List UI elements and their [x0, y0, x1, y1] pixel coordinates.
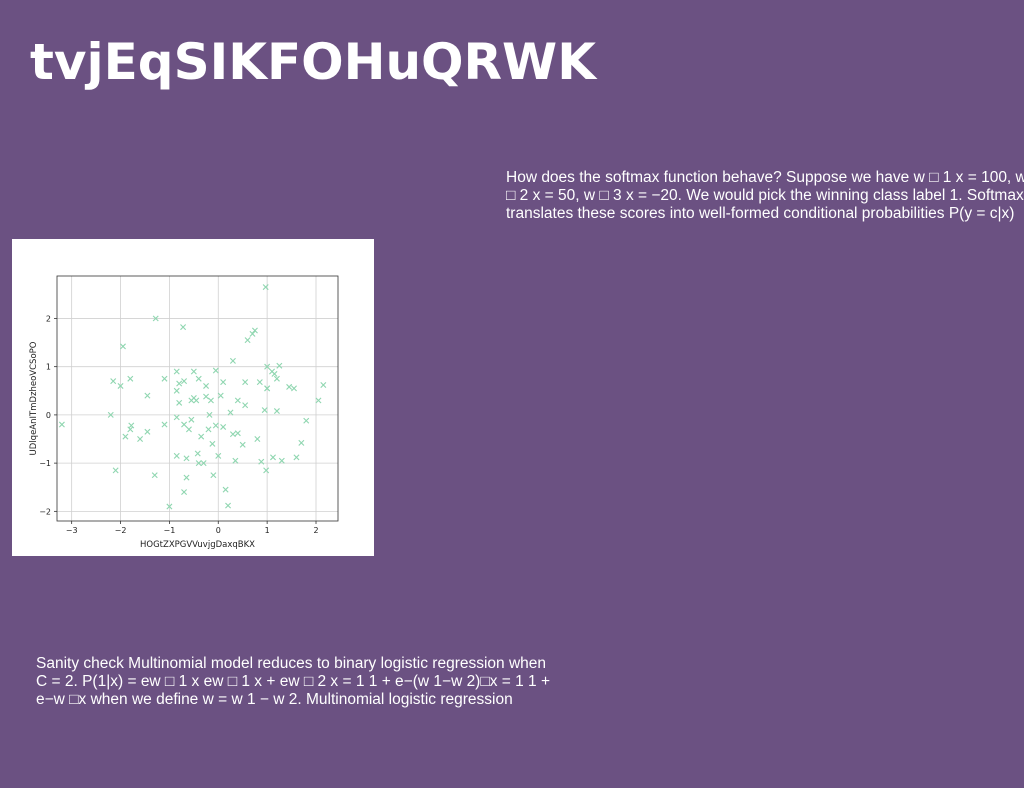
scatter-point — [173, 452, 180, 459]
scatter-point — [320, 382, 327, 388]
scatter-point — [185, 426, 192, 433]
scatter-point — [212, 367, 219, 374]
scatter-point — [303, 417, 310, 424]
paragraph-bottom-line: C = 2. P(1|x) = ew □ 1 x ew □ 1 x + ew □… — [36, 673, 551, 690]
x-tick-label: 0 — [216, 526, 221, 535]
scatter-point — [273, 375, 280, 382]
scatter-point — [151, 472, 158, 479]
scatter-point — [203, 393, 210, 400]
scatter-point — [234, 397, 241, 404]
y-tick-label: 0 — [46, 411, 51, 420]
scatter-point — [195, 375, 202, 382]
x-axis-title: HOGtZXPGVVuvjgDaxqBKX — [140, 540, 255, 550]
scatter-point — [119, 343, 126, 350]
scatter-point — [181, 378, 188, 385]
scatter-point — [173, 368, 180, 375]
scatter-point — [203, 382, 210, 389]
paragraph-top-line: translates these scores into well-formed… — [506, 205, 1015, 222]
scatter-point — [173, 387, 180, 394]
scatter-point — [212, 422, 219, 429]
y-tick-label: −2 — [39, 507, 51, 516]
paragraph-top: How does the softmax function behave? Su… — [506, 169, 1024, 223]
scatter-point — [210, 472, 217, 479]
x-tick-label: 1 — [265, 526, 270, 535]
scatter-point — [205, 426, 212, 433]
scatter-point — [110, 378, 117, 385]
scatter-point — [144, 428, 151, 435]
scatter-point — [270, 454, 276, 461]
scatter-point — [198, 433, 205, 440]
scatter-point — [161, 375, 168, 382]
scatter-point — [242, 379, 249, 386]
scatter-point — [220, 379, 227, 386]
scatter-point — [181, 489, 188, 496]
scatter-point — [193, 397, 200, 404]
scatter-point — [183, 474, 190, 481]
scatter-point — [278, 457, 285, 464]
scatter-point — [276, 362, 283, 369]
slide-title: tvjEqSIKFOHuQRWK — [30, 33, 596, 91]
scatter-point — [298, 439, 305, 446]
y-tick-label: 1 — [46, 363, 51, 372]
tick-layer: −3 −2 −1 0 1 2 −2 −1 0 1 2 — [39, 314, 318, 535]
scatter-point — [315, 397, 322, 404]
scatter-point — [263, 467, 270, 474]
paragraph-bottom: Sanity check Multinomial model reduces t… — [36, 655, 596, 709]
scatter-point — [271, 370, 278, 377]
scatter-point — [173, 414, 180, 421]
scatter-point — [176, 399, 183, 406]
scatter-point — [58, 421, 65, 428]
scatter-point — [222, 486, 229, 493]
scatter-point — [261, 407, 268, 414]
scatter-point — [249, 330, 256, 337]
scatter-point — [273, 408, 280, 415]
y-tick-label: 2 — [46, 314, 51, 323]
scatter-point — [176, 380, 183, 387]
scatter-point — [144, 392, 151, 399]
scatter-point — [291, 385, 298, 392]
scatter-point — [286, 383, 293, 390]
scatter-point — [194, 450, 201, 457]
x-tick-label: −1 — [164, 526, 176, 535]
scatter-point — [254, 436, 261, 443]
scatter-point — [251, 327, 258, 334]
scatter-chart-panel: −3 −2 −1 0 1 2 −2 −1 0 1 2 HOGtZXPGVVuvjgDaxqBKX U… — [12, 239, 374, 556]
scatter-point — [232, 457, 239, 464]
scatter-point — [229, 357, 236, 364]
scatter-point — [293, 454, 300, 461]
scatter-point — [242, 402, 249, 409]
scatter-point — [161, 421, 168, 428]
scatter-point — [128, 422, 135, 429]
scatter-point — [234, 430, 241, 437]
scatter-point — [217, 392, 224, 399]
scatter-point — [229, 431, 236, 438]
scatter-point — [225, 502, 232, 509]
scatter-point — [220, 423, 227, 430]
scatter-point — [127, 375, 134, 382]
x-tick-label: 2 — [313, 526, 318, 535]
scatter-point — [137, 436, 144, 443]
paragraph-bottom-line: e−w □x when we define w = w 1 − w 2. Mul… — [36, 691, 513, 708]
scatter-point — [183, 455, 190, 462]
x-tick-label: −3 — [66, 526, 78, 535]
scatter-chart: −3 −2 −1 0 1 2 −2 −1 0 1 2 HOGtZXPGVVuvjgDaxqBKX U… — [29, 275, 339, 550]
scatter-point — [227, 409, 234, 416]
scatter-point — [239, 441, 246, 448]
y-tick-label: −1 — [39, 459, 51, 468]
scatter-point — [244, 337, 251, 344]
scatter-point — [122, 433, 129, 440]
scatter-point — [112, 467, 119, 474]
paragraph-top-line: □ 2 x = 50, w □ 3 x = −20. We would pick… — [506, 187, 1024, 204]
scatter-point — [209, 440, 216, 447]
scatter-point — [190, 368, 197, 375]
scatter-point — [180, 324, 187, 331]
paragraph-top-line: How does the softmax function behave? Su… — [506, 169, 1024, 186]
paragraph-bottom-line: Sanity check Multinomial model reduces t… — [36, 655, 547, 672]
scatter-point — [256, 379, 263, 386]
scatter-point — [181, 421, 188, 428]
scatter-point — [188, 416, 195, 423]
y-axis-title: UDlqeAnITmDzheoVCSoPO — [29, 341, 39, 455]
x-tick-label: −2 — [115, 526, 127, 535]
scatter-point — [207, 397, 214, 404]
